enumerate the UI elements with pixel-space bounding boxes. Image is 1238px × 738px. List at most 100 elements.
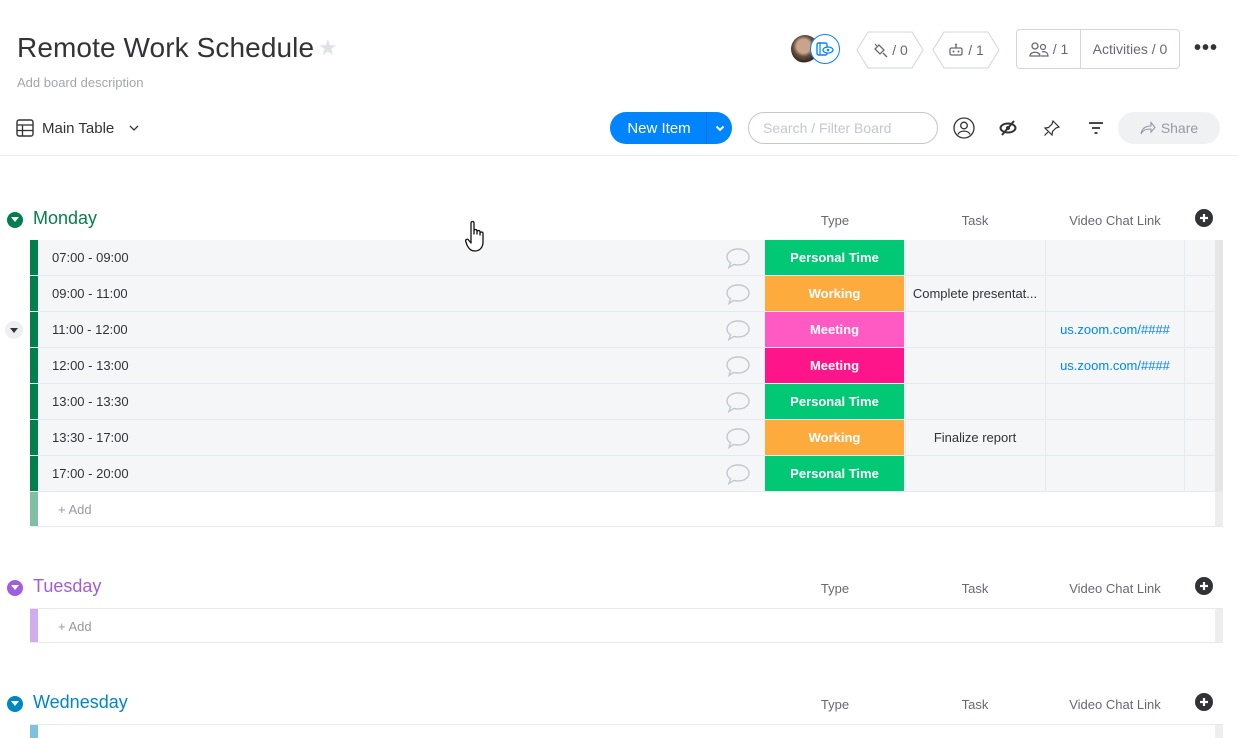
scrollbar-track [1215, 384, 1223, 420]
video-chat-link[interactable] [1045, 384, 1184, 419]
item-name[interactable]: 07:00 - 09:00 [52, 250, 129, 265]
table-row[interactable]: 17:00 - 20:00 Personal Time [30, 456, 1223, 492]
column-header-type[interactable]: Type [765, 213, 905, 228]
group-title[interactable]: Wednesday [33, 692, 128, 713]
task-cell[interactable] [905, 456, 1044, 491]
comment-bubble-icon[interactable] [725, 354, 751, 378]
row-expand-toggle[interactable] [5, 321, 23, 339]
members-activities-box: / 1 Activities / 0 [1016, 29, 1180, 69]
video-chat-link[interactable]: us.zoom.com/#### [1045, 312, 1184, 347]
scrollbar-track [1215, 420, 1223, 456]
column-header-video-chat-link[interactable]: Video Chat Link [1045, 581, 1185, 596]
group-collapse-toggle[interactable] [7, 696, 23, 712]
new-item-button[interactable]: New Item [610, 112, 732, 144]
table-row[interactable]: 13:30 - 17:00 Working Finalize report [30, 420, 1223, 456]
star-icon[interactable]: ★ [318, 37, 340, 59]
item-name[interactable]: 13:30 - 17:00 [52, 430, 129, 445]
person-filter-icon[interactable] [952, 116, 976, 140]
add-column-button[interactable] [1195, 577, 1213, 595]
comment-bubble-icon[interactable] [725, 246, 751, 270]
chevron-down-icon[interactable] [128, 124, 140, 132]
more-icon[interactable]: ••• [1194, 37, 1218, 59]
video-chat-link[interactable] [1045, 420, 1184, 455]
empty-cell [1184, 276, 1215, 311]
new-item-dropdown[interactable] [706, 112, 732, 144]
search-input[interactable] [748, 112, 938, 144]
pin-icon[interactable] [1040, 116, 1064, 140]
group-collapse-toggle[interactable] [7, 212, 23, 228]
view-tab-main-table[interactable]: Main Table [16, 116, 140, 140]
task-cell[interactable]: Complete presentat... [905, 276, 1044, 311]
column-header-type[interactable]: Type [765, 581, 905, 596]
board-description[interactable]: Add board description [17, 75, 143, 90]
comment-bubble-icon[interactable] [725, 390, 751, 414]
video-chat-link[interactable] [1045, 276, 1184, 311]
add-item-row[interactable] [30, 724, 1223, 738]
status-badge[interactable]: Personal Time [765, 240, 904, 275]
item-name[interactable]: 12:00 - 13:00 [52, 358, 129, 373]
column-header-task[interactable]: Task [905, 213, 1045, 228]
group-title[interactable]: Monday [33, 208, 97, 229]
task-cell[interactable] [905, 384, 1044, 419]
table-row[interactable]: 13:00 - 13:30 Personal Time [30, 384, 1223, 420]
column-header-task[interactable]: Task [905, 581, 1045, 596]
column-header-video-chat-link[interactable]: Video Chat Link [1045, 213, 1185, 228]
comment-bubble-icon[interactable] [725, 282, 751, 306]
item-name[interactable]: 11:00 - 12:00 [52, 322, 128, 337]
add-item-row[interactable]: + Add [30, 608, 1223, 643]
item-name[interactable]: 17:00 - 20:00 [52, 466, 129, 481]
share-button[interactable]: Share [1118, 112, 1220, 144]
table-row[interactable]: 09:00 - 11:00 Working Complete presentat..… [30, 276, 1223, 312]
task-cell[interactable]: Finalize report [905, 420, 1044, 455]
activities-button[interactable]: Activities / 0 [1081, 41, 1179, 57]
board-title[interactable]: Remote Work Schedule [17, 32, 314, 64]
table-row[interactable]: 07:00 - 09:00 Personal Time [30, 240, 1223, 276]
task-cell[interactable] [905, 240, 1044, 275]
status-badge[interactable]: Meeting [765, 348, 904, 383]
table-row[interactable]: 12:00 - 13:00 Meeting us.zoom.com/#### [30, 348, 1223, 384]
video-chat-link[interactable] [1045, 240, 1184, 275]
column-header-video-chat-link[interactable]: Video Chat Link [1045, 697, 1185, 712]
viewer-eye-icon[interactable] [810, 34, 840, 64]
integrations-button[interactable]: / 0 [856, 31, 924, 69]
automations-button[interactable]: / 1 [932, 31, 1000, 69]
item-name[interactable]: 13:00 - 13:30 [52, 394, 129, 409]
status-badge[interactable]: Personal Time [765, 456, 904, 491]
status-badge[interactable]: Personal Time [765, 384, 904, 419]
scrollbar-track [1215, 456, 1223, 492]
filter-icon[interactable] [1084, 116, 1108, 140]
add-item-row[interactable]: + Add [30, 491, 1223, 527]
robot-icon [949, 43, 963, 56]
group-collapse-toggle[interactable] [7, 580, 23, 596]
add-item-label[interactable]: + Add [58, 619, 92, 634]
column-header-type[interactable]: Type [765, 697, 905, 712]
members-count: / 1 [1052, 41, 1069, 57]
comment-bubble-icon[interactable] [725, 462, 751, 486]
add-column-button[interactable] [1195, 209, 1213, 227]
caret-down-icon [10, 327, 18, 333]
caret-down-icon [11, 217, 19, 222]
integrations-count: / 0 [892, 42, 908, 58]
task-cell[interactable] [905, 312, 1044, 347]
status-badge[interactable]: Working [765, 420, 904, 455]
members-button[interactable]: / 1 [1017, 30, 1081, 68]
column-header-task[interactable]: Task [905, 697, 1045, 712]
add-item-label[interactable]: + Add [58, 502, 92, 517]
table-row[interactable]: 11:00 - 12:00 Meeting us.zoom.com/#### [30, 312, 1223, 348]
status-badge[interactable]: Working [765, 276, 904, 311]
automations-count: / 1 [968, 42, 984, 58]
comment-bubble-icon[interactable] [725, 318, 751, 342]
toolbar-divider [0, 155, 1238, 156]
add-column-button[interactable] [1195, 693, 1213, 711]
item-name[interactable]: 09:00 - 11:00 [52, 286, 128, 301]
hide-icon[interactable] [996, 116, 1020, 140]
video-chat-link[interactable]: us.zoom.com/#### [1045, 348, 1184, 383]
task-cell[interactable] [905, 348, 1044, 383]
group-title[interactable]: Tuesday [33, 576, 101, 597]
video-chat-link[interactable] [1045, 456, 1184, 491]
comment-bubble-icon[interactable] [725, 426, 751, 450]
status-badge[interactable]: Meeting [765, 312, 904, 347]
table-icon [16, 119, 34, 137]
caret-down-icon [11, 585, 19, 590]
group-color-stripe [30, 725, 38, 738]
